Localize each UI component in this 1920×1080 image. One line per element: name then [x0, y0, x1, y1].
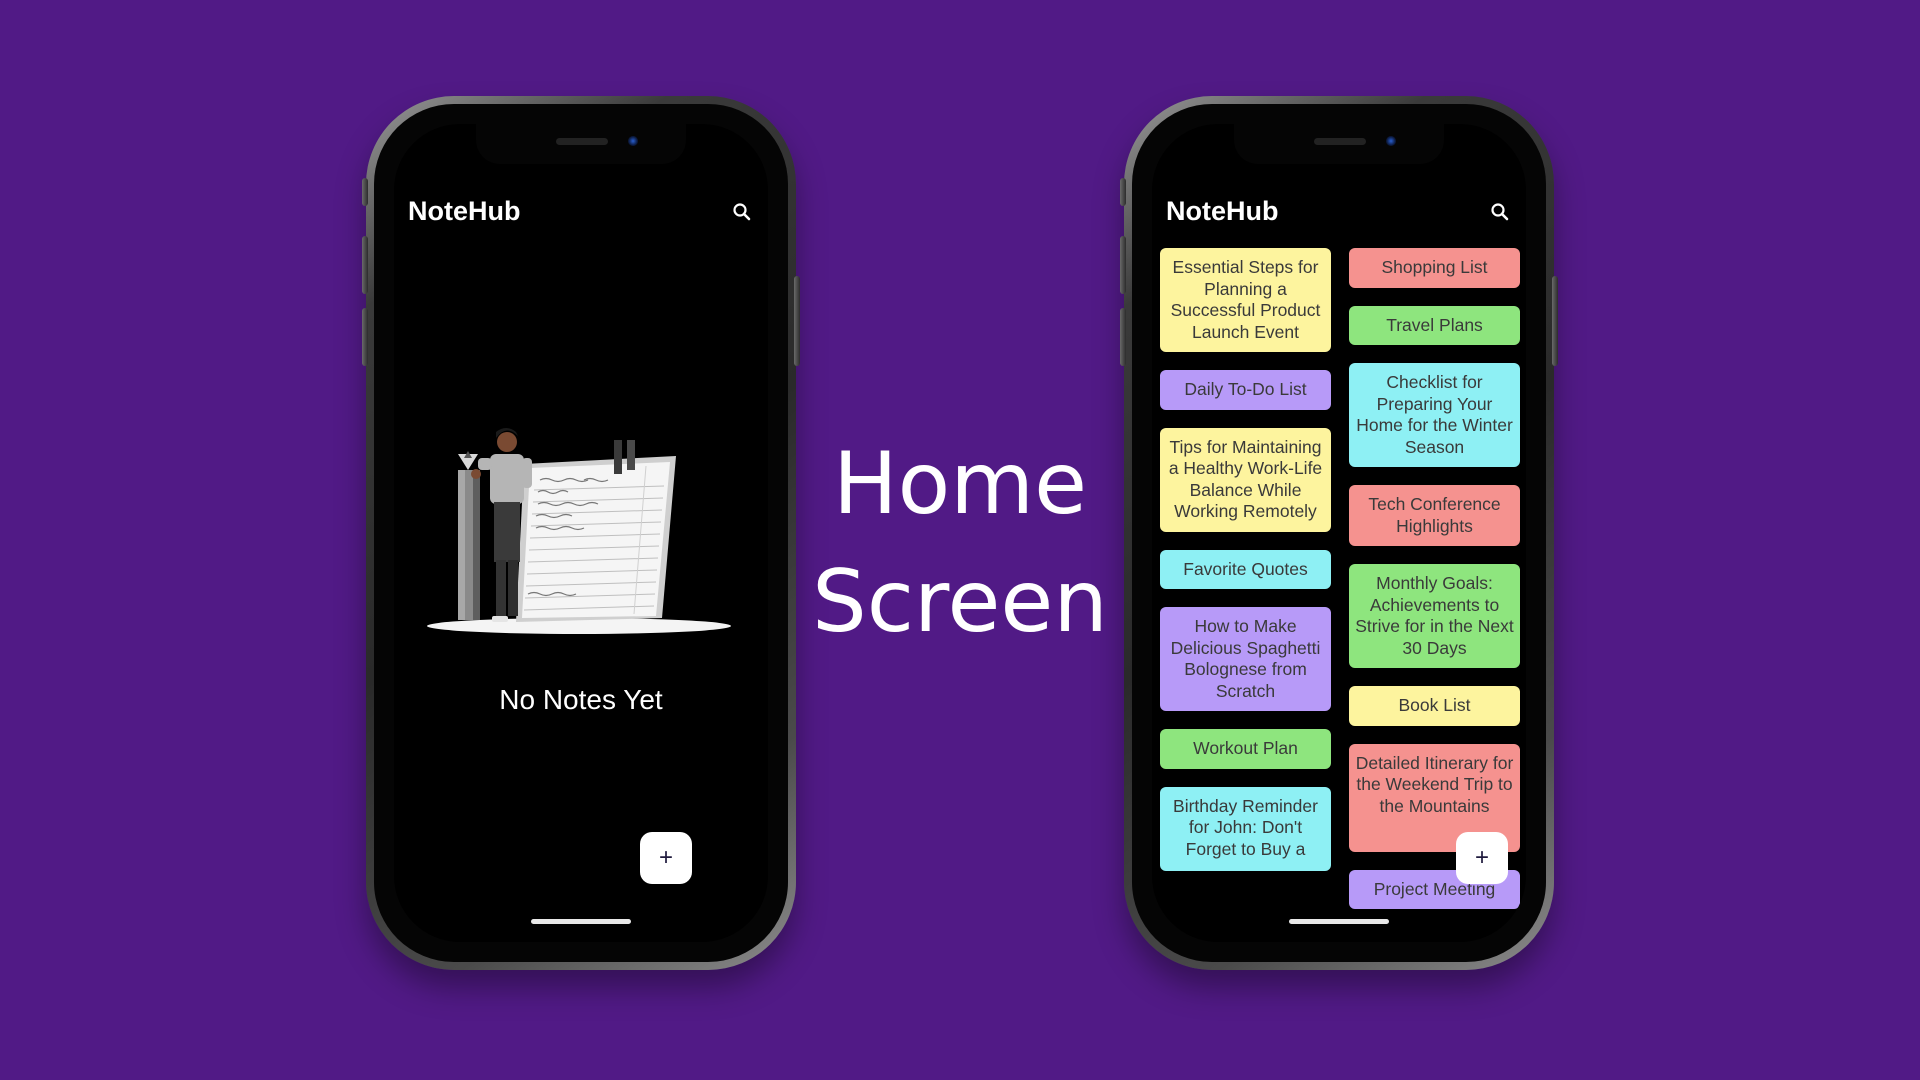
note-card[interactable]: Workout Plan — [1160, 729, 1331, 769]
notes-column-right: Shopping List Travel Plans Checklist for… — [1349, 248, 1520, 909]
front-camera-icon — [628, 136, 638, 146]
note-card[interactable]: Essential Steps for Planning a Successfu… — [1160, 248, 1331, 352]
app-header: NoteHub — [394, 192, 768, 232]
plus-icon: + — [1474, 844, 1489, 871]
app-header: NoteHub — [1152, 192, 1526, 232]
app-title: NoteHub — [408, 196, 521, 226]
empty-notes-illustration — [427, 428, 731, 634]
note-card[interactable]: Checklist for Preparing Your Home for th… — [1349, 363, 1520, 467]
phone-frame-list: NoteHub Essential Steps for Planning a S… — [1120, 96, 1558, 970]
screen-empty: NoteHub No Notes Yet + — [394, 124, 768, 942]
volume-up-button — [1120, 236, 1126, 294]
notch — [1234, 124, 1444, 164]
power-button — [794, 276, 800, 366]
note-card[interactable]: Monthly Goals: Achievements to Strive fo… — [1349, 564, 1520, 668]
add-note-button[interactable]: + — [1456, 832, 1508, 884]
search-icon — [733, 203, 751, 221]
note-card[interactable]: Daily To-Do List — [1160, 370, 1331, 410]
note-card[interactable]: Travel Plans — [1349, 305, 1520, 345]
home-indicator[interactable] — [1289, 919, 1389, 924]
front-camera-icon — [1386, 136, 1396, 146]
plus-icon: + — [658, 844, 673, 871]
note-card[interactable]: Tech Conference Highlights — [1349, 485, 1520, 546]
note-card[interactable]: How to Make Delicious Spaghetti Bolognes… — [1160, 607, 1331, 711]
mute-switch — [362, 178, 368, 206]
notes-column-left: Essential Steps for Planning a Successfu… — [1160, 248, 1331, 871]
volume-up-button — [362, 236, 368, 294]
search-icon — [1491, 203, 1509, 221]
note-card[interactable]: Tips for Maintaining a Healthy Work-Life… — [1160, 427, 1331, 532]
screen-list: NoteHub Essential Steps for Planning a S… — [1152, 124, 1526, 942]
note-card[interactable]: Book List — [1349, 686, 1520, 726]
search-button[interactable] — [1488, 200, 1512, 224]
phone-frame-empty: NoteHub No Notes Yet + — [362, 96, 800, 970]
power-button — [1552, 276, 1558, 366]
note-card[interactable]: Birthday Reminder for John: Don't Forget… — [1160, 786, 1331, 871]
app-title: NoteHub — [1166, 196, 1279, 226]
add-note-button[interactable]: + — [640, 832, 692, 884]
volume-down-button — [362, 308, 368, 366]
note-card[interactable]: Shopping List — [1349, 248, 1520, 288]
search-button[interactable] — [730, 200, 754, 224]
empty-state-text: No Notes Yet — [499, 684, 663, 715]
mute-switch — [1120, 178, 1126, 206]
note-card[interactable]: Favorite Quotes — [1160, 549, 1331, 589]
caption-line-2: Screen — [812, 552, 1108, 652]
caption-line-1: Home — [833, 434, 1087, 534]
notch — [476, 124, 686, 164]
screen-caption: Home Screen — [780, 425, 1140, 661]
home-indicator[interactable] — [531, 919, 631, 924]
volume-down-button — [1120, 308, 1126, 366]
showcase-canvas: NoteHub No Notes Yet + Home Screen NoteH… — [0, 0, 1920, 1080]
